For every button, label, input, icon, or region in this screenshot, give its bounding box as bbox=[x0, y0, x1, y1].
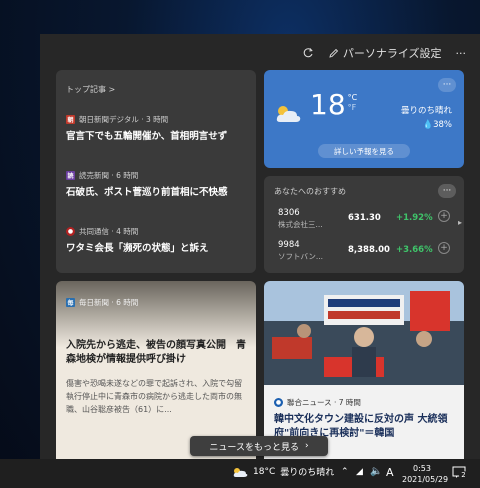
weather-main: 18 °C °F bbox=[274, 90, 357, 124]
unit-celsius[interactable]: °C bbox=[348, 93, 358, 103]
panel-header: パーソナライズ設定 ··· bbox=[40, 34, 480, 72]
network-icon[interactable]: ◢ bbox=[356, 467, 363, 477]
stock-price: 8,388.00 bbox=[348, 245, 390, 255]
asahi-logo-icon: 朝 bbox=[66, 115, 75, 124]
stock-row[interactable]: 8306 株式会社三... 631.30 +1.92% + bbox=[278, 208, 458, 230]
news-headline: 石破氏、ポスト菅巡り前首相に不快感 bbox=[66, 187, 228, 198]
notification-badge: 2 bbox=[459, 471, 468, 480]
add-stock-button[interactable]: + bbox=[438, 242, 450, 254]
weather-units[interactable]: °C °F bbox=[348, 93, 358, 113]
pencil-icon bbox=[329, 48, 338, 58]
source-label: 聯合ニュース · 7 時間 bbox=[287, 398, 361, 407]
stock-change: +1.92% bbox=[396, 213, 433, 223]
news-item[interactable]: 朝 朝日新聞デジタル · 3 時間 官言下でも五輪開催か、首相明言せず bbox=[66, 114, 250, 143]
notification-button[interactable]: 2 bbox=[452, 465, 468, 482]
raindrop-icon: 💧 bbox=[422, 120, 434, 130]
stock-code: 9984 bbox=[278, 240, 300, 250]
humidity-value: 38% bbox=[433, 120, 452, 130]
partly-cloudy-icon bbox=[233, 467, 248, 477]
news-source: ● 共同通信 · 4 時間 bbox=[66, 226, 250, 237]
news-source: ● 聯合ニュース · 7 時間 bbox=[274, 397, 361, 408]
clock-date: 2021/05/29 bbox=[402, 475, 449, 484]
chevron-up-icon[interactable]: ⌃ bbox=[341, 467, 349, 477]
more-news-button[interactable]: ニュースをもっと見る › bbox=[190, 436, 328, 456]
more-options-button[interactable]: ··· bbox=[456, 47, 467, 60]
chevron-right-icon: › bbox=[304, 441, 309, 451]
stocks-more-button[interactable]: ··· bbox=[438, 184, 456, 198]
news-headline: 入院先から逃走、被告の顔写真公開 青森地検が情報提供呼び掛け bbox=[66, 340, 246, 365]
clock-time: 0:53 bbox=[413, 464, 431, 473]
yonhap-logo-icon: ● bbox=[274, 398, 283, 407]
news-source: 毎 毎日新聞 · 6 時間 bbox=[66, 297, 138, 308]
clock[interactable]: 0:53 2021/05/29 bbox=[402, 463, 449, 485]
weather-humidity: 💧38% bbox=[401, 118, 453, 132]
mainichi-logo-icon: 毎 bbox=[66, 298, 75, 307]
top-stories-card: トップ記事 > 朝 朝日新聞デジタル · 3 時間 官言下でも五輪開催か、首相明… bbox=[56, 70, 256, 273]
source-label: 読売新聞 · 6 時間 bbox=[79, 171, 139, 180]
stock-price: 631.30 bbox=[348, 213, 381, 223]
ime-indicator[interactable]: A bbox=[386, 466, 394, 479]
mainichi-news-card[interactable]: 毎 毎日新聞 · 6 時間 入院先から逃走、被告の顔写真公開 青森地検が情報提供… bbox=[56, 281, 256, 462]
unit-fahrenheit[interactable]: °F bbox=[348, 103, 358, 113]
source-label: 共同通信 · 4 時間 bbox=[79, 227, 139, 236]
news-item[interactable]: 読 読売新聞 · 6 時間 石破氏、ポスト菅巡り前首相に不快感 bbox=[66, 170, 250, 199]
taskbar-weather-button[interactable]: 18°C 曇りのち晴れ bbox=[232, 465, 334, 478]
taskbar: 18°C 曇りのち晴れ ⌃ ◢ 🔈 A 0:53 2021/05/29 2 bbox=[0, 459, 480, 488]
stock-name: ソフトバン... bbox=[278, 252, 324, 261]
weather-condition: 曇りのち晴れ bbox=[400, 106, 452, 116]
stocks-card: あなたへのおすすめ ··· 8306 株式会社三... 631.30 +1.92… bbox=[264, 176, 464, 273]
top-stories-title[interactable]: トップ記事 > bbox=[56, 70, 256, 95]
news-headline: 官言下でも五輪開催か、首相明言せず bbox=[66, 131, 228, 142]
stock-change: +3.66% bbox=[396, 245, 433, 255]
partly-cloudy-icon bbox=[276, 106, 301, 122]
chevron-right-icon[interactable]: ▸ bbox=[458, 218, 462, 227]
news-headline: ワタミ会長「瀕死の状態」と訴え bbox=[66, 243, 209, 254]
forecast-button[interactable]: 詳しい予報を見る bbox=[318, 144, 410, 158]
personalize-button[interactable]: パーソナライズ設定 bbox=[328, 45, 442, 61]
refresh-button[interactable] bbox=[302, 47, 314, 59]
kyodo-logo-icon: ● bbox=[66, 227, 75, 236]
add-stock-button[interactable]: + bbox=[438, 210, 450, 222]
volume-icon[interactable]: 🔈 bbox=[370, 466, 382, 477]
yomiuri-logo-icon: 読 bbox=[66, 171, 75, 180]
weather-more-button[interactable]: ··· bbox=[438, 78, 456, 92]
taskbar-weather-condition: 曇りのち晴れ bbox=[280, 468, 335, 478]
weather-condition-block: 曇りのち晴れ 💧38% bbox=[401, 104, 452, 132]
stock-row[interactable]: 9984 ソフトバン... 8,388.00 +3.66% + bbox=[278, 240, 458, 262]
personalize-label: パーソナライズ設定 bbox=[342, 47, 442, 60]
weather-card[interactable]: ··· 18 °C °F 曇りのち晴れ 💧38% 詳しい予報を見る bbox=[264, 70, 464, 168]
news-interests-panel: パーソナライズ設定 ··· トップ記事 > 朝 朝日新聞デジタル · 3 時間 … bbox=[40, 34, 480, 462]
news-source: 朝 朝日新聞デジタル · 3 時間 bbox=[66, 114, 250, 125]
news-item[interactable]: ● 共同通信 · 4 時間 ワタミ会長「瀕死の状態」と訴え bbox=[66, 226, 250, 255]
stocks-title: あなたへのおすすめ bbox=[274, 187, 346, 196]
news-summary: 傷害や恐喝未遂などの罪で起訴され、入院で勾留執行停止中に青森市の病院から逃走した… bbox=[66, 379, 243, 414]
stock-code: 8306 bbox=[278, 208, 300, 218]
refresh-icon bbox=[303, 48, 313, 58]
news-source: 読 読売新聞 · 6 時間 bbox=[66, 170, 250, 181]
photo-news-card[interactable]: ● 聯合ニュース · 7 時間 韓中文化タウン建設に反対の声 大統領府"前向きに… bbox=[264, 281, 464, 462]
source-label: 朝日新聞デジタル · 3 時間 bbox=[79, 115, 169, 124]
source-label: 毎日新聞 · 6 時間 bbox=[79, 298, 139, 307]
stock-name: 株式会社三... bbox=[278, 220, 323, 229]
more-news-label: ニュースをもっと見る bbox=[209, 442, 299, 453]
news-photo bbox=[264, 281, 464, 391]
taskbar-weather-temp: 18°C bbox=[253, 466, 276, 477]
weather-temperature: 18 bbox=[310, 88, 346, 121]
